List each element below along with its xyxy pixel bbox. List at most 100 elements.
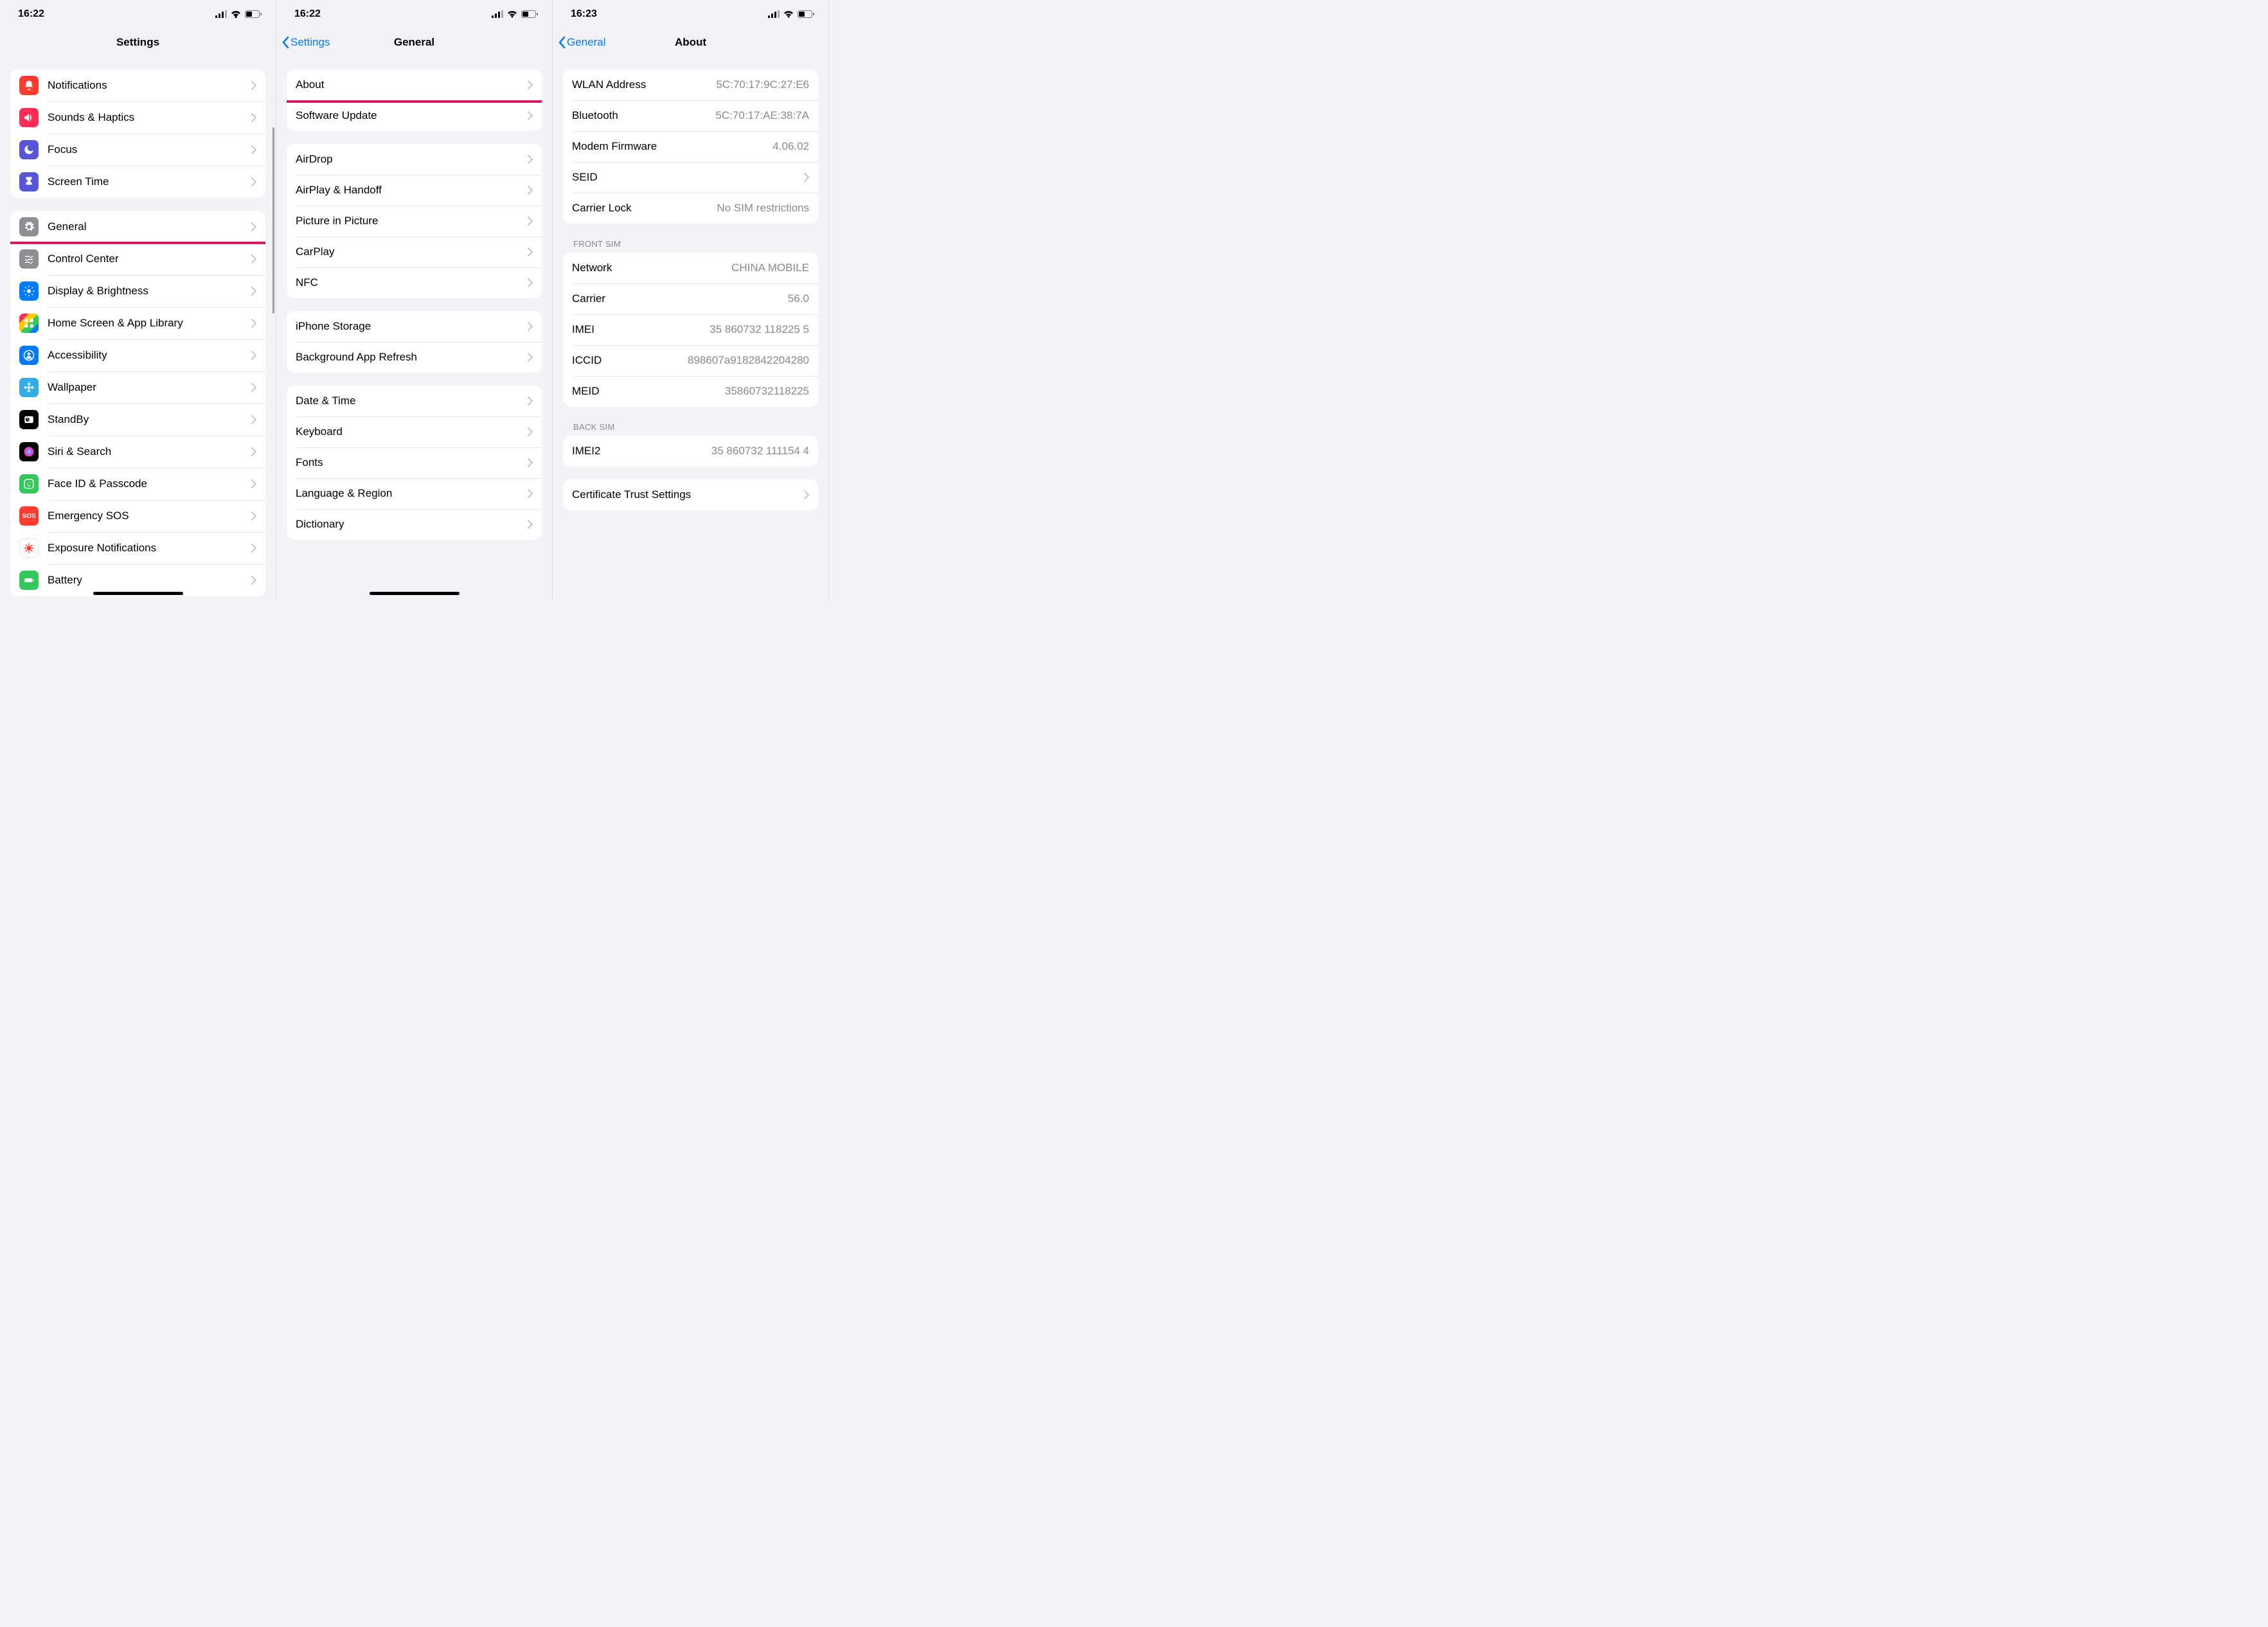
row-airdrop[interactable]: AirDrop <box>287 144 542 175</box>
exposure-icon <box>19 538 39 558</box>
row-label: ICCID <box>572 354 683 367</box>
row-carplay[interactable]: CarPlay <box>287 236 542 267</box>
chevron-right-icon <box>251 479 256 488</box>
chevron-right-icon <box>251 145 256 154</box>
row-label: Modem Firmware <box>572 140 767 153</box>
home-indicator <box>370 592 460 595</box>
chevron-right-icon <box>251 81 256 90</box>
control-center-icon <box>19 249 39 269</box>
chevron-right-icon <box>251 447 256 456</box>
settings-row-sos[interactable]: SOSEmergency SOS <box>10 500 265 532</box>
settings-row-screen-time[interactable]: Screen Time <box>10 166 265 198</box>
row-bluetooth: Bluetooth5C:70:17:AE:38:7A <box>563 100 818 131</box>
row-label: NFC <box>296 276 522 289</box>
scroll-indicator <box>272 127 274 314</box>
row-label: CarPlay <box>296 245 522 258</box>
row-value: 35860732118225 <box>725 385 809 398</box>
general-icon <box>19 217 39 236</box>
cellular-icon <box>492 10 503 18</box>
settings-row-siri[interactable]: Siri & Search <box>10 436 265 468</box>
row-label: Notifications <box>48 79 246 92</box>
nav-bar: Settings <box>0 28 276 57</box>
battery-icon <box>798 10 814 18</box>
group-header-back-sim: BACK SIM <box>563 407 818 436</box>
focus-icon <box>19 140 39 159</box>
row-airplay[interactable]: AirPlay & Handoff <box>287 175 542 206</box>
row-nfc[interactable]: NFC <box>287 267 542 298</box>
row-storage[interactable]: iPhone Storage <box>287 311 542 342</box>
settings-screen: 16:22 Settings Notifications Sounds & Hap… <box>0 0 276 599</box>
back-button[interactable]: Settings <box>281 36 330 49</box>
status-right <box>215 10 262 18</box>
settings-row-accessibility[interactable]: Accessibility <box>10 339 265 371</box>
cellular-icon <box>768 10 780 18</box>
battery-icon <box>245 10 262 18</box>
chevron-right-icon <box>528 186 533 195</box>
chevron-right-icon <box>528 278 533 287</box>
row-label: IMEI2 <box>572 445 706 458</box>
chevron-right-icon <box>251 351 256 360</box>
row-carrier: Carrier56.0 <box>563 283 818 314</box>
row-label: Home Screen & App Library <box>48 317 246 330</box>
row-about[interactable]: About <box>287 69 542 100</box>
chevron-right-icon <box>251 544 256 553</box>
chevron-right-icon <box>528 322 533 331</box>
general-content[interactable]: About Software Update AirDropAirPlay & Ha… <box>276 57 552 599</box>
settings-row-focus[interactable]: Focus <box>10 134 265 166</box>
status-right <box>492 10 538 18</box>
settings-content[interactable]: Notifications Sounds & HapticsFocusScreen… <box>0 57 276 599</box>
row-fonts[interactable]: Fonts <box>287 447 542 478</box>
row-label: Battery <box>48 574 246 587</box>
chevron-right-icon <box>528 396 533 405</box>
row-value: 35 860732 118225 5 <box>710 323 809 336</box>
row-value: 5C:70:17:AE:38:7A <box>715 109 809 122</box>
home-screen-icon <box>19 314 39 333</box>
row-label: Accessibility <box>48 349 246 362</box>
status-bar: 16:23 <box>553 0 828 28</box>
wifi-icon <box>231 10 241 18</box>
about-content[interactable]: WLAN Address5C:70:17:9C:27:E6Bluetooth5C… <box>553 57 828 599</box>
settings-row-faceid[interactable]: Face ID & Passcode <box>10 468 265 500</box>
settings-row-sounds[interactable]: Sounds & Haptics <box>10 102 265 134</box>
back-button[interactable]: General <box>558 36 605 49</box>
row-date-time[interactable]: Date & Time <box>287 386 542 416</box>
settings-row-notifications[interactable]: Notifications <box>10 69 265 102</box>
row-keyboard[interactable]: Keyboard <box>287 416 542 447</box>
wallpaper-icon <box>19 378 39 397</box>
row-value: CHINA MOBILE <box>731 262 809 274</box>
general-screen: 16:22 Settings General AboutSoftware Upd… <box>276 0 553 599</box>
row-value: 898607a9182842204280 <box>688 354 809 367</box>
row-label: About <box>296 78 522 91</box>
settings-row-general[interactable]: General <box>10 211 265 243</box>
row-seid[interactable]: SEID <box>563 162 818 193</box>
row-bg-refresh[interactable]: Background App Refresh <box>287 342 542 373</box>
row-cert-trust[interactable]: Certificate Trust Settings <box>563 479 818 510</box>
row-label: Carrier Lock <box>572 202 711 215</box>
row-iccid: ICCID 898607a9182842204280 <box>563 345 818 376</box>
chevron-right-icon <box>251 113 256 122</box>
settings-row-exposure[interactable]: Exposure Notifications <box>10 532 265 564</box>
row-label: Background App Refresh <box>296 351 522 364</box>
row-label: Picture in Picture <box>296 215 522 227</box>
row-label: Certificate Trust Settings <box>572 488 799 501</box>
row-label: Display & Brightness <box>48 285 246 298</box>
row-software-update[interactable]: Software Update <box>287 100 542 131</box>
row-dictionary[interactable]: Dictionary <box>287 509 542 540</box>
row-label: Dictionary <box>296 518 522 531</box>
settings-row-control-center[interactable]: Control Center <box>10 243 265 275</box>
row-pip[interactable]: Picture in Picture <box>287 206 542 236</box>
status-time: 16:23 <box>571 8 597 20</box>
row-value: 56.0 <box>788 292 809 305</box>
row-language[interactable]: Language & Region <box>287 478 542 509</box>
status-time: 16:22 <box>18 8 44 20</box>
settings-row-wallpaper[interactable]: Wallpaper <box>10 371 265 404</box>
accessibility-icon <box>19 346 39 365</box>
settings-row-standby[interactable]: StandBy <box>10 404 265 436</box>
settings-row-display[interactable]: Display & Brightness <box>10 275 265 307</box>
row-label: SEID <box>572 171 799 184</box>
wifi-icon <box>507 10 517 18</box>
row-imei: IMEI35 860732 118225 5 <box>563 314 818 345</box>
chevron-right-icon <box>251 287 256 296</box>
settings-row-home-screen[interactable]: Home Screen & App Library <box>10 307 265 339</box>
row-label: Face ID & Passcode <box>48 477 246 490</box>
